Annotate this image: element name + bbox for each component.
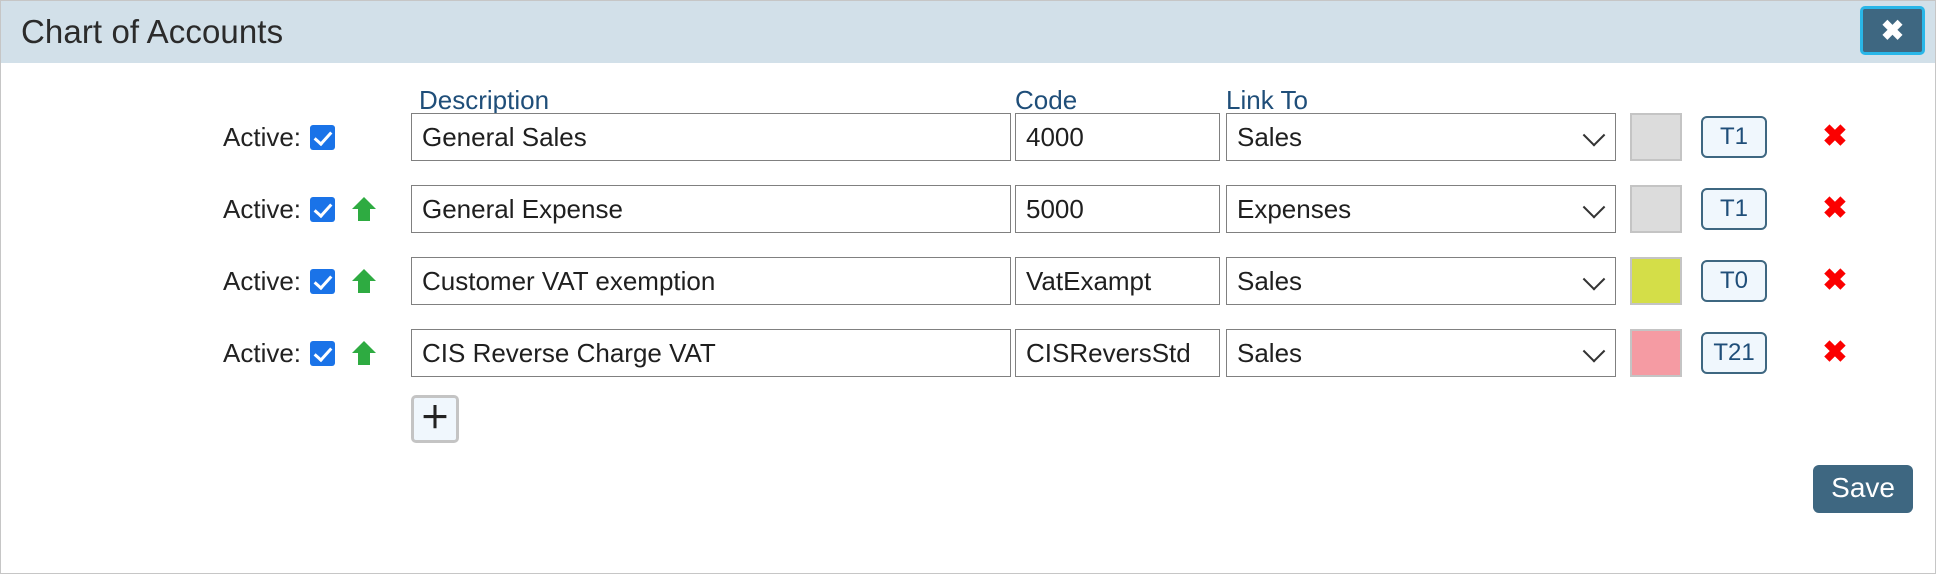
color-swatch[interactable] xyxy=(1630,329,1682,377)
code-input[interactable] xyxy=(1015,257,1220,305)
link-to-select[interactable]: Sales xyxy=(1226,329,1616,377)
code-input[interactable] xyxy=(1015,113,1220,161)
active-cell: Active: xyxy=(223,194,377,225)
link-to-select[interactable]: Sales xyxy=(1226,113,1616,161)
active-cell: Active: xyxy=(223,266,377,297)
tax-code-button[interactable]: T1 xyxy=(1701,188,1767,230)
link-to-value: Expenses xyxy=(1226,185,1616,233)
table-row: Active: Sales T1 ✖ xyxy=(1,101,1935,173)
link-to-value: Sales xyxy=(1226,329,1616,377)
add-account-button[interactable]: ＋ xyxy=(411,395,459,443)
table-row: Active: Sales T21 ✖ xyxy=(1,317,1935,389)
color-swatch[interactable] xyxy=(1630,113,1682,161)
active-checkbox[interactable] xyxy=(310,124,336,150)
color-swatch[interactable] xyxy=(1630,185,1682,233)
save-button[interactable]: Save xyxy=(1813,465,1913,513)
code-input[interactable] xyxy=(1015,185,1220,233)
code-input[interactable] xyxy=(1015,329,1220,377)
active-label: Active: xyxy=(223,193,302,224)
close-icon: ✖ xyxy=(1880,14,1905,46)
delete-row-button[interactable]: ✖ xyxy=(1818,336,1852,370)
link-to-value: Sales xyxy=(1226,257,1616,305)
account-rows: Active:SalesT1✖Active:ExpensesT1✖Active:… xyxy=(1,101,1935,389)
tax-code-button[interactable]: T1 xyxy=(1701,116,1767,158)
dialog-footer: Save xyxy=(1,455,1935,525)
column-headers: Description Code Link To xyxy=(1,63,1935,115)
active-checkbox[interactable] xyxy=(310,340,336,366)
active-label: Active: xyxy=(223,337,302,368)
description-input[interactable] xyxy=(411,113,1011,161)
dialog-body: Description Code Link To Active: Sales T1 ✖… xyxy=(1,63,1935,525)
link-to-select[interactable]: Expenses xyxy=(1226,185,1616,233)
active-cell: Active: xyxy=(223,338,377,369)
table-row: Active: Expenses T1 ✖ xyxy=(1,173,1935,245)
description-input[interactable] xyxy=(411,185,1011,233)
active-cell: Active: xyxy=(223,122,377,153)
active-checkbox[interactable] xyxy=(310,268,336,294)
active-checkbox[interactable] xyxy=(310,196,336,222)
table-row: Active: Sales T0 ✖ xyxy=(1,245,1935,317)
delete-row-button[interactable]: ✖ xyxy=(1818,120,1852,154)
color-swatch[interactable] xyxy=(1630,257,1682,305)
move-up-icon[interactable] xyxy=(351,267,377,295)
move-up-icon[interactable] xyxy=(351,195,377,223)
close-button[interactable]: ✖ xyxy=(1860,6,1925,55)
tax-code-button[interactable]: T0 xyxy=(1701,260,1767,302)
add-row-container: ＋ xyxy=(1,389,1935,455)
link-to-value: Sales xyxy=(1226,113,1616,161)
page-title: Chart of Accounts xyxy=(21,13,284,50)
active-label: Active: xyxy=(223,121,302,152)
description-input[interactable] xyxy=(411,329,1011,377)
delete-row-button[interactable]: ✖ xyxy=(1818,192,1852,226)
tax-code-button[interactable]: T21 xyxy=(1701,332,1767,374)
chart-of-accounts-dialog: Chart of Accounts ✖ Description Code Lin… xyxy=(0,0,1936,574)
delete-row-button[interactable]: ✖ xyxy=(1818,264,1852,298)
active-label: Active: xyxy=(223,265,302,296)
link-to-select[interactable]: Sales xyxy=(1226,257,1616,305)
description-input[interactable] xyxy=(411,257,1011,305)
dialog-titlebar: Chart of Accounts ✖ xyxy=(1,1,1935,63)
move-up-icon[interactable] xyxy=(351,339,377,367)
